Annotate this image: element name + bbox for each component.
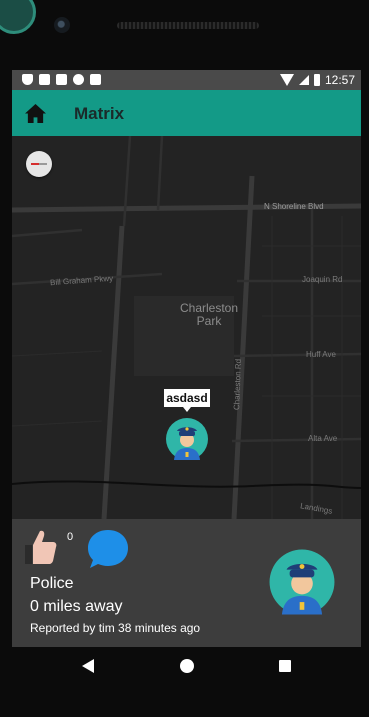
park-label-line2: Park — [196, 314, 222, 328]
home-icon[interactable] — [24, 103, 47, 124]
thumbs-up-icon[interactable] — [22, 528, 58, 566]
device-screen: 12:57 Matrix N Shoreline Blvd Bill Graha… — [12, 70, 361, 647]
battery-icon — [313, 74, 320, 86]
status-time: 12:57 — [324, 73, 355, 87]
street-label-joaquin: Joaquin Rd — [302, 275, 343, 284]
back-icon[interactable] — [82, 659, 94, 673]
record-icon — [73, 74, 84, 85]
report-meta: Reported by tim 38 minutes ago — [30, 621, 201, 635]
report-distance: 0 miles away — [30, 598, 123, 615]
wifi-icon — [279, 74, 294, 86]
status-indicators: 12:57 — [279, 73, 355, 87]
signal-icon — [298, 75, 309, 85]
status-bar: 12:57 — [12, 70, 361, 90]
front-camera — [54, 17, 70, 33]
report-category: Police — [30, 575, 74, 592]
street-label-charleston-rd: Charleston Rd — [232, 358, 243, 411]
park-label: Charleston Park — [180, 302, 238, 328]
notification-icons — [22, 74, 101, 85]
like-count: 0 — [67, 531, 74, 543]
police-avatar-icon[interactable] — [165, 417, 209, 461]
app-bar: Matrix — [12, 90, 361, 136]
street-label-alta: Alta Ave — [308, 434, 338, 443]
play-store-icon — [39, 74, 50, 85]
comment-icon[interactable] — [86, 528, 130, 570]
street-label-n-shoreline: N Shoreline Blvd — [264, 202, 324, 211]
app-bubble-icon — [0, 0, 36, 34]
system-nav-bar — [0, 647, 369, 697]
compass-icon[interactable] — [26, 151, 52, 177]
clipboard-icon — [90, 74, 101, 85]
police-avatar-icon — [269, 549, 335, 615]
device-top-bezel — [0, 0, 369, 70]
street-label-huff: Huff Ave — [306, 350, 336, 359]
app-title: Matrix — [74, 104, 125, 123]
circle-home-icon[interactable] — [180, 659, 194, 673]
map-view[interactable]: N Shoreline Blvd Bill Graham Pkwy Joaqui… — [12, 136, 361, 519]
report-panel: 0 Police 0 miles away Reported by tim 38… — [12, 519, 361, 647]
recent-apps-icon[interactable] — [279, 660, 291, 672]
marker-info-label[interactable]: asdasd — [164, 389, 210, 412]
earpiece-speaker — [117, 22, 259, 29]
youtube-icon — [56, 74, 67, 85]
shield-icon — [22, 74, 33, 85]
